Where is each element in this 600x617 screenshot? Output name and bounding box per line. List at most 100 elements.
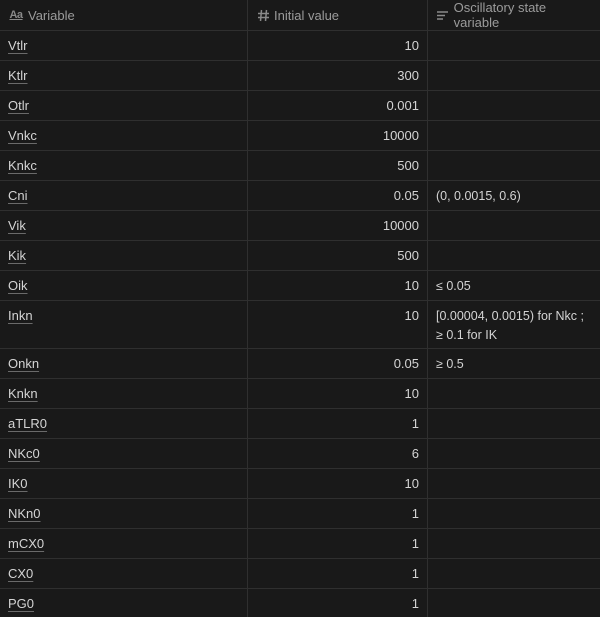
oscillatory-cell[interactable] [428, 409, 600, 438]
oscillatory-cell[interactable] [428, 499, 600, 528]
variable-cell[interactable]: mCX0 [0, 529, 248, 558]
variable-name-link[interactable]: PG0 [8, 596, 34, 611]
variable-name-link[interactable]: Kik [8, 248, 26, 263]
table-row[interactable]: Kik 500 [0, 241, 600, 271]
oscillatory-cell[interactable] [428, 439, 600, 468]
oscillatory-cell[interactable] [428, 529, 600, 558]
column-header-oscillatory[interactable]: Oscillatory state variable [428, 0, 600, 30]
initial-value-cell[interactable]: 500 [248, 241, 428, 270]
oscillatory-cell[interactable]: [0.00004, 0.0015) for Nkc ; ≥ 0.1 for IK [428, 301, 600, 348]
variable-name-link[interactable]: NKc0 [8, 446, 40, 461]
table-row[interactable]: Vik 10000 [0, 211, 600, 241]
initial-value-cell[interactable]: 1 [248, 499, 428, 528]
variable-cell[interactable]: Knkc [0, 151, 248, 180]
variable-cell[interactable]: aTLR0 [0, 409, 248, 438]
variable-name-link[interactable]: Vik [8, 218, 26, 233]
initial-value-cell[interactable]: 1 [248, 589, 428, 617]
variable-name-link[interactable]: CX0 [8, 566, 33, 581]
variable-cell[interactable]: IK0 [0, 469, 248, 498]
variable-name-link[interactable]: NKn0 [8, 506, 41, 521]
variable-name-link[interactable]: mCX0 [8, 536, 44, 551]
table-row[interactable]: Otlr 0.001 [0, 91, 600, 121]
initial-value-cell[interactable]: 0.05 [248, 349, 428, 378]
oscillatory-cell[interactable] [428, 559, 600, 588]
variable-cell[interactable]: Onkn [0, 349, 248, 378]
table-row[interactable]: mCX0 1 [0, 529, 600, 559]
variable-name-link[interactable]: Onkn [8, 356, 39, 371]
table-row[interactable]: aTLR0 1 [0, 409, 600, 439]
table-row[interactable]: CX0 1 [0, 559, 600, 589]
variable-cell[interactable]: NKn0 [0, 499, 248, 528]
table-header: Aa Variable Initial value Oscillatory st… [0, 0, 600, 31]
variable-cell[interactable]: Kik [0, 241, 248, 270]
variable-name-link[interactable]: Vtlr [8, 38, 28, 53]
variable-cell[interactable]: Otlr [0, 91, 248, 120]
table-row[interactable]: Knkn 10 [0, 379, 600, 409]
oscillatory-cell[interactable] [428, 61, 600, 90]
variable-name-link[interactable]: Knkn [8, 386, 38, 401]
variable-cell[interactable]: Vnkc [0, 121, 248, 150]
table-row[interactable]: Oik 10 ≤ 0.05 [0, 271, 600, 301]
oscillatory-cell[interactable] [428, 469, 600, 498]
oscillatory-cell[interactable] [428, 91, 600, 120]
variable-name-link[interactable]: Cni [8, 188, 28, 203]
table-row[interactable]: Onkn 0.05 ≥ 0.5 [0, 349, 600, 379]
initial-value-cell[interactable]: 1 [248, 559, 428, 588]
variable-name-link[interactable]: aTLR0 [8, 416, 47, 431]
table-row[interactable]: IK0 10 [0, 469, 600, 499]
oscillatory-cell[interactable] [428, 31, 600, 60]
variable-name-link[interactable]: Otlr [8, 98, 29, 113]
variable-name-link[interactable]: Ktlr [8, 68, 28, 83]
table-row[interactable]: NKn0 1 [0, 499, 600, 529]
variable-cell[interactable]: NKc0 [0, 439, 248, 468]
initial-value-cell[interactable]: 1 [248, 529, 428, 558]
variable-cell[interactable]: CX0 [0, 559, 248, 588]
initial-value-cell[interactable]: 500 [248, 151, 428, 180]
variable-cell[interactable]: Ktlr [0, 61, 248, 90]
column-header-initial-value[interactable]: Initial value [248, 0, 428, 30]
initial-value-cell[interactable]: 0.05 [248, 181, 428, 210]
variable-cell[interactable]: Vik [0, 211, 248, 240]
initial-value-cell[interactable]: 300 [248, 61, 428, 90]
table-row[interactable]: PG0 1 [0, 589, 600, 617]
variable-cell[interactable]: Vtlr [0, 31, 248, 60]
initial-value-cell[interactable]: 10 [248, 301, 428, 348]
variable-cell[interactable]: Inkn [0, 301, 248, 348]
variable-name-link[interactable]: Knkc [8, 158, 37, 173]
table-row[interactable]: NKc0 6 [0, 439, 600, 469]
initial-value-cell[interactable]: 6 [248, 439, 428, 468]
initial-value-cell[interactable]: 10000 [248, 121, 428, 150]
table-row[interactable]: Knkc 500 [0, 151, 600, 181]
table-row[interactable]: Vtlr 10 [0, 31, 600, 61]
variable-name-link[interactable]: IK0 [8, 476, 28, 491]
initial-value-cell[interactable]: 10 [248, 31, 428, 60]
initial-value: 10 [404, 476, 419, 491]
initial-value-cell[interactable]: 10 [248, 379, 428, 408]
oscillatory-cell[interactable]: ≤ 0.05 [428, 271, 600, 300]
table-row[interactable]: Vnkc 10000 [0, 121, 600, 151]
oscillatory-cell[interactable]: ≥ 0.5 [428, 349, 600, 378]
variable-name-link[interactable]: Oik [8, 278, 28, 293]
initial-value-cell[interactable]: 10 [248, 469, 428, 498]
initial-value-cell[interactable]: 10000 [248, 211, 428, 240]
table-row[interactable]: Ktlr 300 [0, 61, 600, 91]
oscillatory-cell[interactable] [428, 379, 600, 408]
variable-cell[interactable]: Knkn [0, 379, 248, 408]
variable-name-link[interactable]: Inkn [8, 308, 33, 323]
oscillatory-cell[interactable] [428, 589, 600, 617]
initial-value-cell[interactable]: 0.001 [248, 91, 428, 120]
table-row[interactable]: Inkn 10 [0.00004, 0.0015) for Nkc ; ≥ 0.1… [0, 301, 600, 349]
variable-name-link[interactable]: Vnkc [8, 128, 37, 143]
initial-value-cell[interactable]: 1 [248, 409, 428, 438]
oscillatory-cell[interactable] [428, 211, 600, 240]
oscillatory-cell[interactable] [428, 241, 600, 270]
variable-cell[interactable]: Oik [0, 271, 248, 300]
oscillatory-cell[interactable]: (0, 0.0015, 0.6) [428, 181, 600, 210]
oscillatory-cell[interactable] [428, 121, 600, 150]
column-header-variable[interactable]: Aa Variable [0, 0, 248, 30]
oscillatory-cell[interactable] [428, 151, 600, 180]
initial-value-cell[interactable]: 10 [248, 271, 428, 300]
variable-cell[interactable]: Cni [0, 181, 248, 210]
variable-cell[interactable]: PG0 [0, 589, 248, 617]
table-row[interactable]: Cni 0.05 (0, 0.0015, 0.6) [0, 181, 600, 211]
